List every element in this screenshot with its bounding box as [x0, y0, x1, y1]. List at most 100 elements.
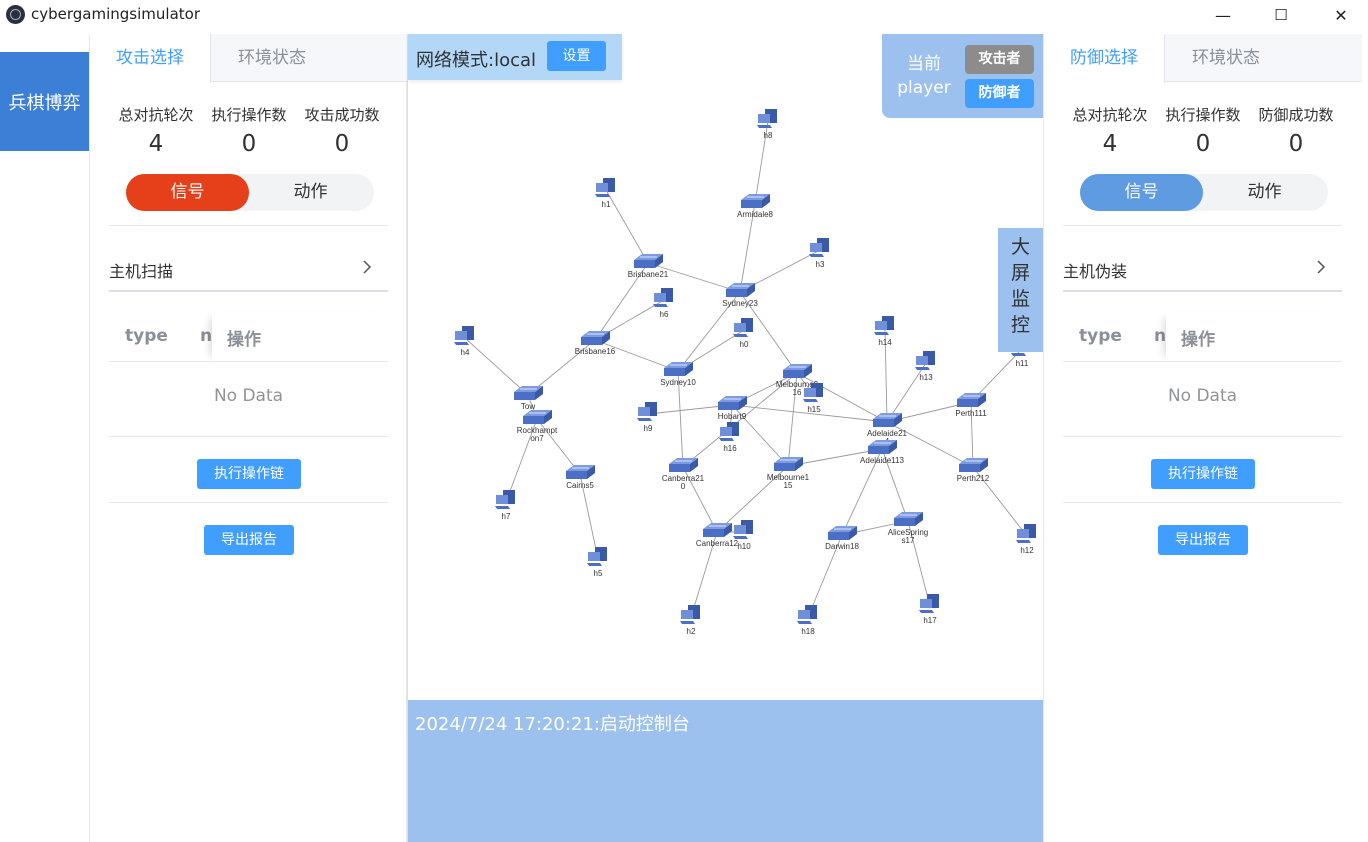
- nav-item-wargame[interactable]: 兵棋博弈: [0, 52, 89, 151]
- computer-icon: [916, 356, 928, 365]
- host-label: h6: [660, 310, 669, 319]
- router-node[interactable]: Tow: [514, 386, 543, 411]
- router-node[interactable]: Hobart9: [718, 396, 747, 421]
- host-node[interactable]: h16: [719, 422, 739, 453]
- tab-environment-status[interactable]: 环境状态: [1165, 34, 1287, 82]
- router-node[interactable]: Melbourne115: [767, 457, 810, 490]
- host-node[interactable]: h17: [919, 594, 939, 625]
- router-icon: [634, 260, 655, 268]
- computer-icon: [810, 243, 822, 252]
- router-icon: [783, 370, 804, 378]
- action-button[interactable]: 动作: [249, 174, 372, 211]
- host-node[interactable]: h9: [637, 402, 657, 433]
- router-node[interactable]: AliceSprings17: [888, 512, 928, 545]
- execute-chain-button[interactable]: 执行操作链: [1151, 459, 1255, 489]
- router-label: Brisbane16: [575, 347, 616, 356]
- router-label: 15: [784, 481, 793, 490]
- router-icon: [523, 416, 544, 424]
- topology-view: Armidale8 Brisbane21 Sydney23 Brisbane16 Syd…: [408, 34, 1043, 842]
- router-node[interactable]: Adelaide113: [860, 440, 904, 465]
- host-node[interactable]: h2: [680, 605, 700, 636]
- column-header-type: type: [1079, 326, 1122, 346]
- router-node[interactable]: Perth212: [957, 458, 990, 483]
- host-node[interactable]: h3: [809, 238, 829, 269]
- router-node[interactable]: Canberra12: [696, 523, 739, 548]
- maximize-button[interactable]: ☐: [1258, 0, 1304, 30]
- signal-button[interactable]: 信号: [126, 174, 249, 211]
- defense-panel: 防御选择 环境状态 总对抗轮次 4 执行操作数 0 防御成功数 0 信号 动作 …: [1043, 34, 1362, 842]
- router-node[interactable]: Brisbane21: [628, 254, 669, 279]
- computer-icon: [596, 183, 608, 192]
- router-label: 16: [793, 388, 802, 397]
- log-entry: 2024/7/24 17:20:21:启动控制台: [415, 714, 690, 735]
- computer-icon: [653, 304, 668, 307]
- host-label: h13: [919, 373, 933, 382]
- router-label: 0: [681, 482, 686, 491]
- router-icon: [703, 529, 724, 537]
- action-button[interactable]: 动作: [1203, 174, 1326, 211]
- host-node[interactable]: h13: [915, 351, 935, 382]
- host-label: h1: [602, 200, 611, 209]
- host-label: h18: [801, 627, 815, 636]
- host-label: h0: [740, 340, 749, 349]
- host-node[interactable]: h14: [874, 316, 894, 347]
- host-node[interactable]: h4: [454, 326, 474, 357]
- router-node[interactable]: Canberra210: [662, 458, 705, 491]
- big-screen-monitor-button[interactable]: 大 屏 监 控: [998, 228, 1043, 352]
- stat-label-successes: 攻击成功数: [304, 106, 380, 124]
- router-node[interactable]: Darwin18: [825, 526, 859, 551]
- network-mode-label: 网络模式:local: [416, 50, 537, 71]
- router-icon: [957, 399, 978, 407]
- computer-icon: [654, 293, 666, 302]
- tab-environment-status[interactable]: 环境状态: [211, 34, 333, 82]
- router-icon: [959, 464, 980, 472]
- computer-icon: [495, 506, 510, 509]
- computer-icon: [915, 367, 930, 370]
- export-report-button[interactable]: 导出报告: [1158, 525, 1248, 555]
- computer-icon: [681, 610, 693, 619]
- computer-icon: [757, 125, 772, 128]
- stat-label-rounds: 总对抗轮次: [118, 106, 194, 124]
- computer-icon: [638, 407, 650, 416]
- empty-table-text: No Data: [1167, 386, 1238, 406]
- computer-icon: [1017, 529, 1029, 538]
- host-node[interactable]: h5: [587, 547, 607, 578]
- network-mode-bar: 网络模式:local 设置: [408, 34, 622, 80]
- host-label: h2: [687, 627, 696, 636]
- router-node[interactable]: Perth111: [955, 393, 987, 418]
- export-report-button[interactable]: 导出报告: [204, 525, 294, 555]
- tab-defense-select[interactable]: 防御选择: [1044, 34, 1165, 83]
- action-selector[interactable]: 主机扫描: [109, 246, 388, 292]
- host-node[interactable]: h18: [797, 605, 817, 636]
- router-node[interactable]: Brisbane16: [575, 331, 616, 356]
- computer-icon: [874, 332, 889, 335]
- host-node[interactable]: h12: [1016, 524, 1036, 555]
- defender-button[interactable]: 防御者: [965, 79, 1034, 108]
- router-node[interactable]: Cairns5: [566, 465, 595, 490]
- host-node[interactable]: h7: [495, 490, 515, 521]
- stat-label-operations: 执行操作数: [1165, 106, 1241, 124]
- host-label: h5: [594, 569, 603, 578]
- settings-button[interactable]: 设置: [547, 41, 606, 71]
- host-label: h8: [764, 131, 773, 140]
- attacker-button[interactable]: 攻击者: [965, 45, 1034, 74]
- router-node[interactable]: Armidale8: [737, 194, 774, 219]
- router-label: Sydney23: [722, 299, 758, 308]
- router-node[interactable]: Sydney23: [722, 283, 758, 308]
- tab-attack-select[interactable]: 攻击选择: [90, 34, 211, 83]
- router-icon: [868, 446, 889, 454]
- close-button[interactable]: ✕: [1318, 0, 1364, 30]
- execute-chain-button[interactable]: 执行操作链: [197, 459, 301, 489]
- router-node[interactable]: Sydney10: [660, 362, 696, 387]
- computer-icon: [720, 427, 732, 436]
- network-topology[interactable]: Armidale8 Brisbane21 Sydney23 Brisbane16 Syd…: [408, 84, 1043, 698]
- window-title: cybergamingsimulator: [31, 5, 200, 23]
- minimize-button[interactable]: —: [1200, 0, 1246, 30]
- signal-button[interactable]: 信号: [1080, 174, 1203, 211]
- action-selector[interactable]: 主机伪装: [1063, 246, 1342, 292]
- host-node[interactable]: h1: [595, 178, 615, 209]
- router-icon: [741, 200, 762, 208]
- router-icon: [774, 463, 795, 471]
- host-node[interactable]: h6: [653, 288, 673, 319]
- host-node[interactable]: h0: [733, 318, 753, 349]
